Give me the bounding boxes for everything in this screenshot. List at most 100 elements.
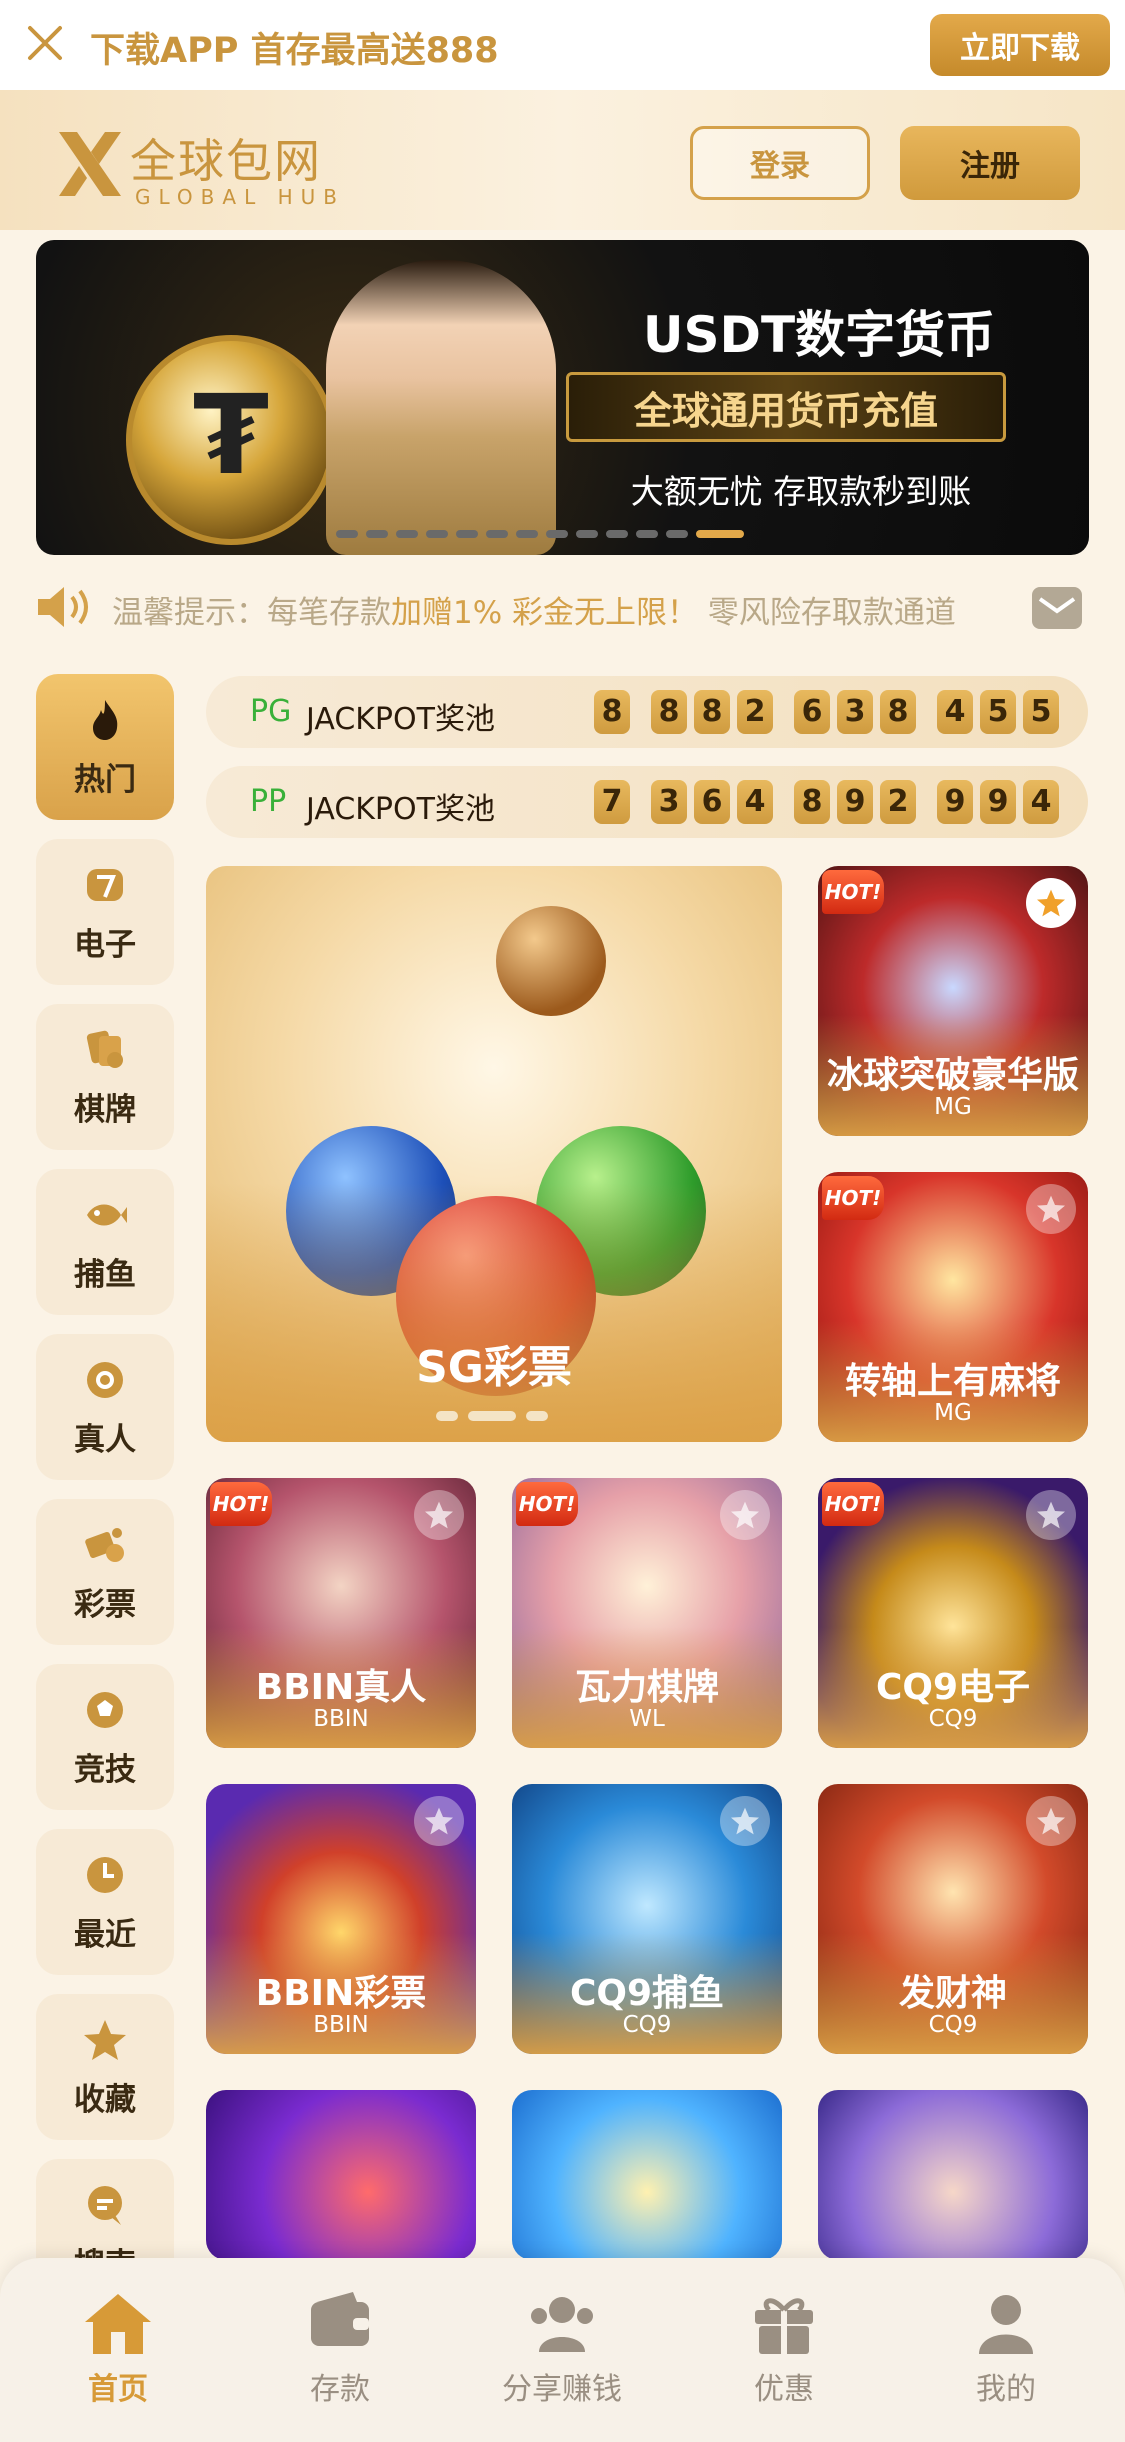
featured-game-card[interactable]: SG彩票 (206, 866, 782, 1442)
nav-tab-label: 存款 (310, 2372, 370, 2407)
promo-banner[interactable]: ₮ USDT数字货币 全球通用货币充值 大额无忧 存取款秒到账 (36, 240, 1089, 555)
sidebar-item-fish[interactable]: 捕鱼 (36, 1169, 174, 1315)
jackpot-counter: 7364892994 (594, 780, 1066, 824)
sidebar-item-label: 捕鱼 (74, 1256, 136, 1293)
banner-dot[interactable] (396, 530, 418, 538)
jackpot-digit: 7 (594, 780, 630, 824)
jackpot-provider: PG (250, 694, 292, 729)
favorite-button[interactable] (1026, 878, 1076, 928)
game-card[interactable]: BBIN彩票 BBIN (206, 1784, 476, 2054)
sidebar-item-clock[interactable]: 最近 (36, 1829, 174, 1975)
favorite-button[interactable] (1026, 1184, 1076, 1234)
sidebar-item-soccer-ball[interactable]: 竞技 (36, 1664, 174, 1810)
game-provider: CQ9 (928, 1706, 978, 1732)
sidebar-item-label: 真人 (74, 1421, 136, 1458)
game-title: 转轴上有麻将 (844, 1361, 1061, 1402)
game-card-partial[interactable] (206, 2090, 476, 2260)
jackpot-digit: 6 (694, 780, 730, 824)
game-card[interactable]: HOT! CQ9电子 CQ9 (818, 1478, 1088, 1748)
jackpot-digit: 4 (737, 780, 773, 824)
sidebar-item-label: 收藏 (74, 2081, 136, 2118)
sidebar-item-cards[interactable]: 棋牌 (36, 1004, 174, 1150)
sidebar-item-label: 棋牌 (74, 1091, 136, 1128)
star-outline-icon (1037, 1807, 1065, 1835)
game-card-partial[interactable] (512, 2090, 782, 2260)
banner-dot[interactable] (606, 530, 628, 538)
register-button[interactable]: 注册 (900, 126, 1080, 200)
nav-tab-gift[interactable]: 优惠 (684, 2288, 884, 2408)
banner-tagline: 大额无忧 存取款秒到账 (630, 472, 972, 511)
jackpot-digit: 8 (694, 690, 730, 734)
nav-tab-wallet[interactable]: 存款 (240, 2288, 440, 2408)
sidebar-item-star[interactable]: 收藏 (36, 1994, 174, 2140)
game-provider: BBIN (313, 1706, 369, 1732)
soccer-ball-icon (87, 1691, 123, 1728)
banner-dot[interactable] (696, 530, 744, 538)
favorite-button[interactable] (414, 1796, 464, 1846)
game-card[interactable]: HOT! 冰球突破豪华版 MG (818, 866, 1088, 1136)
jackpot-digit: 6 (794, 690, 830, 734)
game-provider: MG (934, 1094, 972, 1120)
clock-icon (87, 1856, 123, 1893)
download-bar: 下载APP 首存最高送888 立即下载 (0, 0, 1125, 90)
favorite-button[interactable] (720, 1796, 770, 1846)
hot-badge: HOT! (516, 1482, 578, 1526)
bottom-navigation: 首页 存款 分享赚钱 优惠 我的 (0, 2258, 1125, 2442)
jackpot-digit: 2 (880, 780, 916, 824)
chip-icon (87, 1361, 123, 1398)
favorite-button[interactable] (1026, 1796, 1076, 1846)
banner-dot[interactable] (546, 530, 568, 538)
game-card[interactable]: HOT! 瓦力棋牌 WL (512, 1478, 782, 1748)
jackpot-counter: 8882638455 (594, 690, 1066, 734)
close-icon[interactable] (22, 20, 68, 66)
star-icon (84, 2019, 126, 2060)
game-card[interactable]: CQ9捕鱼 CQ9 (512, 1784, 782, 2054)
banner-dot[interactable] (486, 530, 508, 538)
banner-dot[interactable] (666, 530, 688, 538)
game-provider: MG (934, 1400, 972, 1426)
star-outline-icon (731, 1807, 759, 1835)
game-card-partial[interactable] (818, 2090, 1088, 2260)
favorite-button[interactable] (1026, 1490, 1076, 1540)
banner-dot[interactable] (336, 530, 358, 538)
jackpot-row-pg: PG JACKPOT奖池 8 8 8 2 6 3 8 4 5 5 (206, 676, 1088, 748)
game-card[interactable]: HOT! BBIN真人 BBIN (206, 1478, 476, 1748)
jackpot-label: JACKPOT奖池 (306, 792, 495, 827)
banner-dot[interactable] (456, 530, 478, 538)
download-promo-text: 下载APP 首存最高送888 (90, 31, 499, 71)
slot-seven-icon (87, 868, 123, 901)
game-card[interactable]: HOT! 转轴上有麻将 MG (818, 1172, 1088, 1442)
game-card[interactable]: 发财神 CQ9 (818, 1784, 1088, 2054)
game-title: 冰球突破豪华版 (826, 1055, 1079, 1096)
wallet-icon (311, 2292, 369, 2346)
notice-bar: 温馨提示：每笔存款加赠1% 彩金无上限！ 零风险存取款通道 (0, 575, 1125, 641)
banner-dot[interactable] (516, 530, 538, 538)
sidebar-item-chip[interactable]: 真人 (36, 1334, 174, 1480)
game-title: 发财神 (898, 1973, 1007, 2014)
jackpot-digit: 8 (880, 690, 916, 734)
mail-icon[interactable] (1032, 587, 1082, 629)
banner-dot[interactable] (366, 530, 388, 538)
login-button[interactable]: 登录 (690, 126, 870, 200)
gift-icon (755, 2298, 813, 2354)
sidebar-item-slot-seven[interactable]: 电子 (36, 839, 174, 985)
banner-dot[interactable] (636, 530, 658, 538)
favorite-button[interactable] (414, 1490, 464, 1540)
jackpot-digit: 5 (980, 690, 1016, 734)
download-app-button[interactable]: 立即下载 (930, 14, 1110, 76)
sidebar-item-flame[interactable]: 热门 (36, 674, 174, 820)
game-provider: WL (629, 1706, 665, 1732)
jackpot-provider: PP (250, 784, 287, 819)
favorite-button[interactable] (720, 1490, 770, 1540)
tether-logo-icon: ₮ (192, 371, 270, 499)
banner-dot[interactable] (426, 530, 448, 538)
sidebar-item-lottery[interactable]: 彩票 (36, 1499, 174, 1645)
nav-tab-users[interactable]: 分享赚钱 (462, 2288, 662, 2408)
nav-tab-user[interactable]: 我的 (906, 2288, 1106, 2408)
banner-dot[interactable] (576, 530, 598, 538)
jackpot-label: JACKPOT奖池 (306, 702, 495, 737)
user-icon (979, 2295, 1033, 2354)
sidebar-item-label: 竞技 (74, 1751, 136, 1788)
hot-badge: HOT! (210, 1482, 272, 1526)
nav-tab-home[interactable]: 首页 (18, 2288, 218, 2408)
